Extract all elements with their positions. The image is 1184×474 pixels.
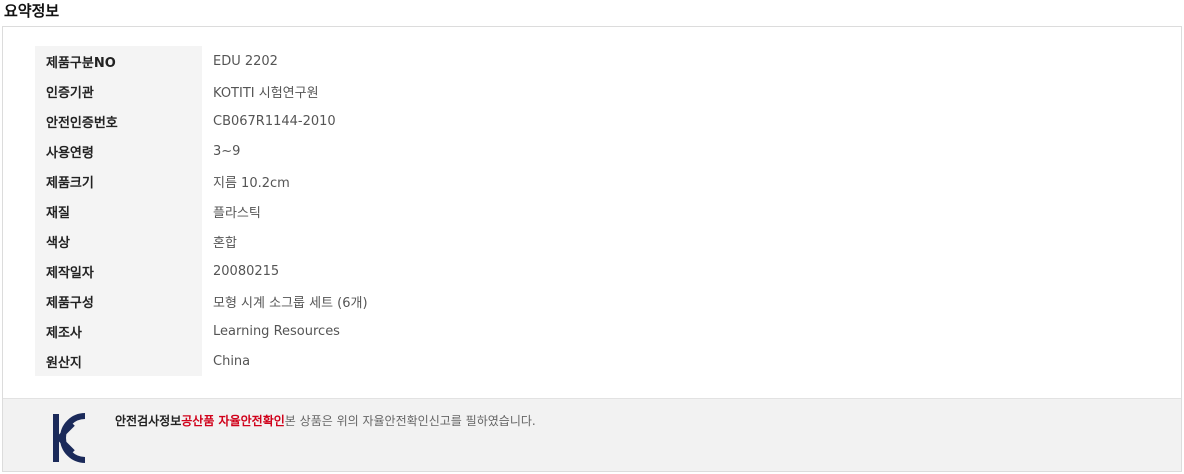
spec-row: 제품구분NO EDU 2202 xyxy=(35,46,802,76)
spec-value: 3~9 xyxy=(213,143,241,159)
safety-certification-bar: 안전검사정보공산품 자율안전확인본 상품은 위의 자율안전확인신고를 필하였습니… xyxy=(3,398,1181,471)
spec-value: 플라스틱 xyxy=(213,205,261,221)
section-title: 요약정보 xyxy=(4,2,60,20)
kc-certification-mark-icon xyxy=(53,413,86,463)
spec-label: 재질 xyxy=(35,196,202,226)
spec-table: 제품구분NO EDU 2202 인증기관 KOTITI 시험연구원안전인증번호 CB06… xyxy=(35,46,802,376)
spec-value: China xyxy=(213,353,251,369)
spec-row: 제조사 Learning Resources xyxy=(35,316,802,346)
spec-label: 제작일자 xyxy=(35,256,202,286)
spec-row: 재질 플라스틱 xyxy=(35,196,802,226)
spec-label: 인증기관 xyxy=(35,76,202,106)
spec-label: 색상 xyxy=(35,226,202,256)
spec-value: EDU 2202 xyxy=(213,53,278,69)
spec-label: 제조사 xyxy=(35,316,202,346)
spec-row: 색상 혼합 xyxy=(35,226,802,256)
spec-row: 사용연령 3~9 xyxy=(35,136,802,166)
spec-row: 인증기관 KOTITI 시험연구원 xyxy=(35,76,802,106)
safety-description: 본 상품은 위의 자율안전확인신고를 필하였습니다. xyxy=(284,414,536,428)
spec-row: 제품구성 모형 시계 소그룹 세트 (6개) xyxy=(35,286,802,316)
spec-value: CB067R1144-2010 xyxy=(213,113,336,129)
spec-value: Learning Resources xyxy=(213,323,340,339)
spec-row: 제품크기 지름 10.2cm xyxy=(35,166,802,196)
spec-label: 제품크기 xyxy=(35,166,202,196)
spec-label: 사용연령 xyxy=(35,136,202,166)
spec-value: 모형 시계 소그룹 세트 (6개) xyxy=(213,295,368,311)
spec-label: 원산지 xyxy=(35,346,202,376)
spec-value: 20080215 xyxy=(213,263,280,279)
spec-row: 원산지 China xyxy=(35,346,802,376)
safety-highlight: 공산품 자율안전확인 xyxy=(181,414,285,428)
summary-info-panel: 제품구분NO EDU 2202 인증기관 KOTITI 시험연구원안전인증번호 CB06… xyxy=(2,26,1182,472)
spec-label: 제품구분NO xyxy=(35,46,202,76)
spec-value: 혼합 xyxy=(213,235,237,251)
spec-row: 안전인증번호 CB067R1144-2010 xyxy=(35,106,802,136)
spec-label: 안전인증번호 xyxy=(35,106,202,136)
spec-label: 제품구성 xyxy=(35,286,202,316)
spec-value: 지름 10.2cm xyxy=(213,175,290,191)
safety-label: 안전검사정보 xyxy=(115,414,182,428)
spec-value: KOTITI 시험연구원 xyxy=(213,85,319,101)
safety-certification-text: 안전검사정보공산품 자율안전확인본 상품은 위의 자율안전확인신고를 필하였습니… xyxy=(115,412,536,429)
spec-row: 제작일자 20080215 xyxy=(35,256,802,286)
